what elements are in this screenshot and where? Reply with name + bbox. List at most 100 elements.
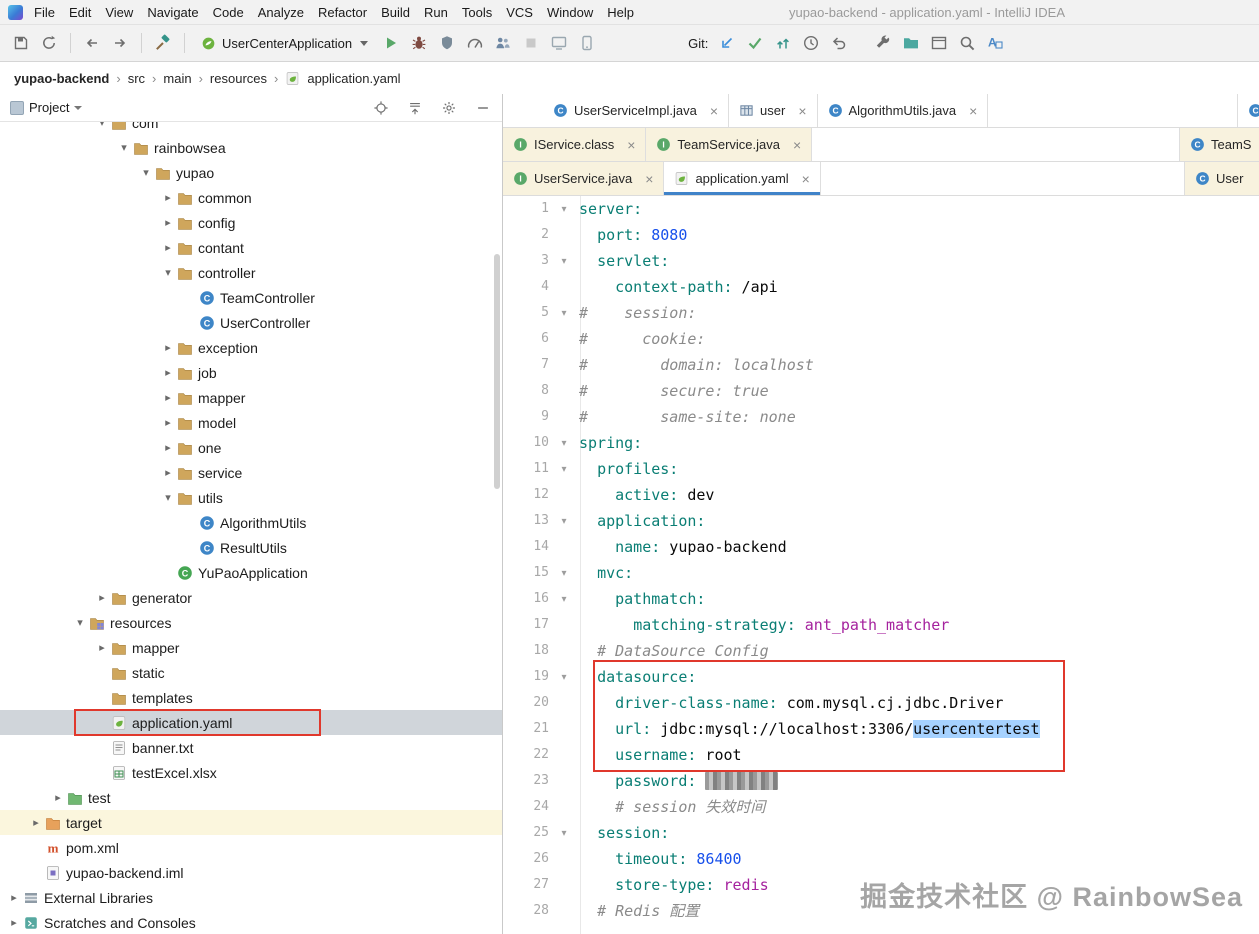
close-icon[interactable]: × — [793, 137, 801, 153]
editor-line-6[interactable]: 6 # cookie: — [503, 326, 1259, 352]
close-icon[interactable]: × — [969, 103, 977, 119]
fold-chevron-icon[interactable]: ▾ — [549, 594, 579, 605]
editor-line-18[interactable]: 18 # DataSource Config — [503, 638, 1259, 664]
editor-line-24[interactable]: 24 # session 失效时间 — [503, 794, 1259, 820]
fold-chevron-icon[interactable]: ▾ — [549, 464, 579, 475]
close-icon[interactable]: × — [802, 171, 810, 187]
chevron-down-icon[interactable]: ▾ — [138, 166, 154, 179]
tree-item-config[interactable]: ▸ config — [0, 210, 502, 235]
chevron-down-icon[interactable]: ▾ — [160, 491, 176, 504]
chevron-right-icon[interactable]: ▸ — [160, 416, 176, 429]
tree-item-pom.xml[interactable]: m pom.xml — [0, 835, 502, 860]
tree-item-job[interactable]: ▸ job — [0, 360, 502, 385]
tree-item-model[interactable]: ▸ model — [0, 410, 502, 435]
chevron-right-icon[interactable]: ▸ — [50, 791, 66, 804]
line-number[interactable]: 11 — [503, 456, 549, 482]
tree-item-yupao-backend.iml[interactable]: yupao-backend.iml — [0, 860, 502, 885]
close-icon[interactable]: × — [798, 103, 806, 119]
editor-line-26[interactable]: 26 timeout: 86400 — [503, 846, 1259, 872]
tree-item-templates[interactable]: templates — [0, 685, 502, 710]
line-number[interactable]: 17 — [503, 612, 549, 638]
editor-line-12[interactable]: 12 active: dev — [503, 482, 1259, 508]
translate-icon[interactable]: A — [982, 30, 1008, 56]
fold-chevron-icon[interactable]: ▾ — [549, 828, 579, 839]
tree-item-common[interactable]: ▸ common — [0, 185, 502, 210]
stop-icon[interactable] — [518, 30, 544, 56]
editor-line-20[interactable]: 20 driver-class-name: com.mysql.cj.jdbc.… — [503, 690, 1259, 716]
close-icon[interactable]: × — [645, 171, 653, 187]
chevron-right-icon[interactable]: ▸ — [94, 591, 110, 604]
line-number[interactable]: 3 — [503, 248, 549, 274]
profiler-icon[interactable] — [462, 30, 488, 56]
line-number[interactable]: 27 — [503, 872, 549, 898]
tree-item-scratches-and-consoles[interactable]: ▸ Scratches and Consoles — [0, 910, 502, 934]
editor-line-5[interactable]: 5 ▾ # session: — [503, 300, 1259, 326]
sync-icon[interactable] — [36, 30, 62, 56]
code-editor[interactable]: 1 ▾ server: 2 port: 8080 3 ▾ servlet: 4 contex… — [503, 196, 1259, 934]
tree-item-generator[interactable]: ▸ generator — [0, 585, 502, 610]
tree-item-controller[interactable]: ▾ controller — [0, 260, 502, 285]
editor-line-28[interactable]: 28 # Redis 配置 — [503, 898, 1259, 924]
attach-screen-icon[interactable] — [546, 30, 572, 56]
tree-item-rainbowsea[interactable]: ▾ rainbowsea — [0, 135, 502, 160]
breadcrumb-item-resources[interactable]: resources — [210, 71, 267, 86]
editor-line-1[interactable]: 1 ▾ server: — [503, 196, 1259, 222]
editor-line-14[interactable]: 14 name: yupao-backend — [503, 534, 1259, 560]
chevron-down-icon[interactable]: ▾ — [160, 266, 176, 279]
tree-item-exception[interactable]: ▸ exception — [0, 335, 502, 360]
breadcrumb-item-main[interactable]: main — [163, 71, 191, 86]
back-icon[interactable] — [79, 30, 105, 56]
chevron-down-icon[interactable]: ▾ — [72, 616, 88, 629]
fold-chevron-icon[interactable]: ▾ — [549, 308, 579, 319]
tree-item-contant[interactable]: ▸ contant — [0, 235, 502, 260]
tree-item-teamcontroller[interactable]: C TeamController — [0, 285, 502, 310]
line-number[interactable]: 12 — [503, 482, 549, 508]
menu-analyze[interactable]: Analyze — [251, 3, 311, 22]
line-number[interactable]: 15 — [503, 560, 549, 586]
line-number[interactable]: 8 — [503, 378, 549, 404]
close-icon[interactable]: × — [710, 103, 718, 119]
tab-user[interactable]: user × — [729, 94, 818, 127]
tab-userservice.java[interactable]: I UserService.java × — [503, 162, 665, 195]
line-number[interactable]: 26 — [503, 846, 549, 872]
close-icon[interactable]: × — [627, 137, 635, 153]
concurrency-icon[interactable] — [490, 30, 516, 56]
git-rollback-icon[interactable] — [826, 30, 852, 56]
fold-chevron-icon[interactable]: ▾ — [549, 438, 579, 449]
git-update-icon[interactable] — [714, 30, 740, 56]
editor-line-22[interactable]: 22 username: root — [503, 742, 1259, 768]
line-number[interactable]: 14 — [503, 534, 549, 560]
tree-item-algorithmutils[interactable]: C AlgorithmUtils — [0, 510, 502, 535]
line-number[interactable]: 9 — [503, 404, 549, 430]
line-number[interactable]: 16 — [503, 586, 549, 612]
tree-item-yupaoapplication[interactable]: C YuPaoApplication — [0, 560, 502, 585]
chevron-right-icon[interactable]: ▸ — [160, 341, 176, 354]
editor-line-2[interactable]: 2 port: 8080 — [503, 222, 1259, 248]
line-number[interactable]: 10 — [503, 430, 549, 456]
debug-icon[interactable] — [406, 30, 432, 56]
tree-item-usercontroller[interactable]: C UserController — [0, 310, 502, 335]
tree-item-resources[interactable]: ▾ resources — [0, 610, 502, 635]
editor-line-27[interactable]: 27 store-type: redis — [503, 872, 1259, 898]
line-number[interactable]: 19 — [503, 664, 549, 690]
line-number[interactable]: 22 — [503, 742, 549, 768]
editor-line-3[interactable]: 3 ▾ servlet: — [503, 248, 1259, 274]
menu-run[interactable]: Run — [417, 3, 455, 22]
git-history-icon[interactable] — [798, 30, 824, 56]
editor-line-7[interactable]: 7 # domain: localhost — [503, 352, 1259, 378]
line-number[interactable]: 23 — [503, 768, 549, 794]
chevron-right-icon[interactable]: ▸ — [28, 816, 44, 829]
editor-line-8[interactable]: 8 # secure: true — [503, 378, 1259, 404]
editor-line-13[interactable]: 13 ▾ application: — [503, 508, 1259, 534]
editor-line-21[interactable]: 21 url: jdbc:mysql://localhost:3306/user… — [503, 716, 1259, 742]
fold-chevron-icon[interactable]: ▾ — [549, 568, 579, 579]
chevron-right-icon[interactable]: ▸ — [94, 641, 110, 654]
tab-user[interactable]: C User — [1184, 162, 1259, 195]
menu-window[interactable]: Window — [540, 3, 600, 22]
menu-vcs[interactable]: VCS — [499, 3, 540, 22]
menu-refactor[interactable]: Refactor — [311, 3, 374, 22]
save-icon[interactable] — [8, 30, 34, 56]
chevron-right-icon[interactable]: ▸ — [160, 216, 176, 229]
menu-help[interactable]: Help — [600, 3, 641, 22]
breadcrumb-item-application.yaml[interactable]: application.yaml — [307, 71, 400, 86]
